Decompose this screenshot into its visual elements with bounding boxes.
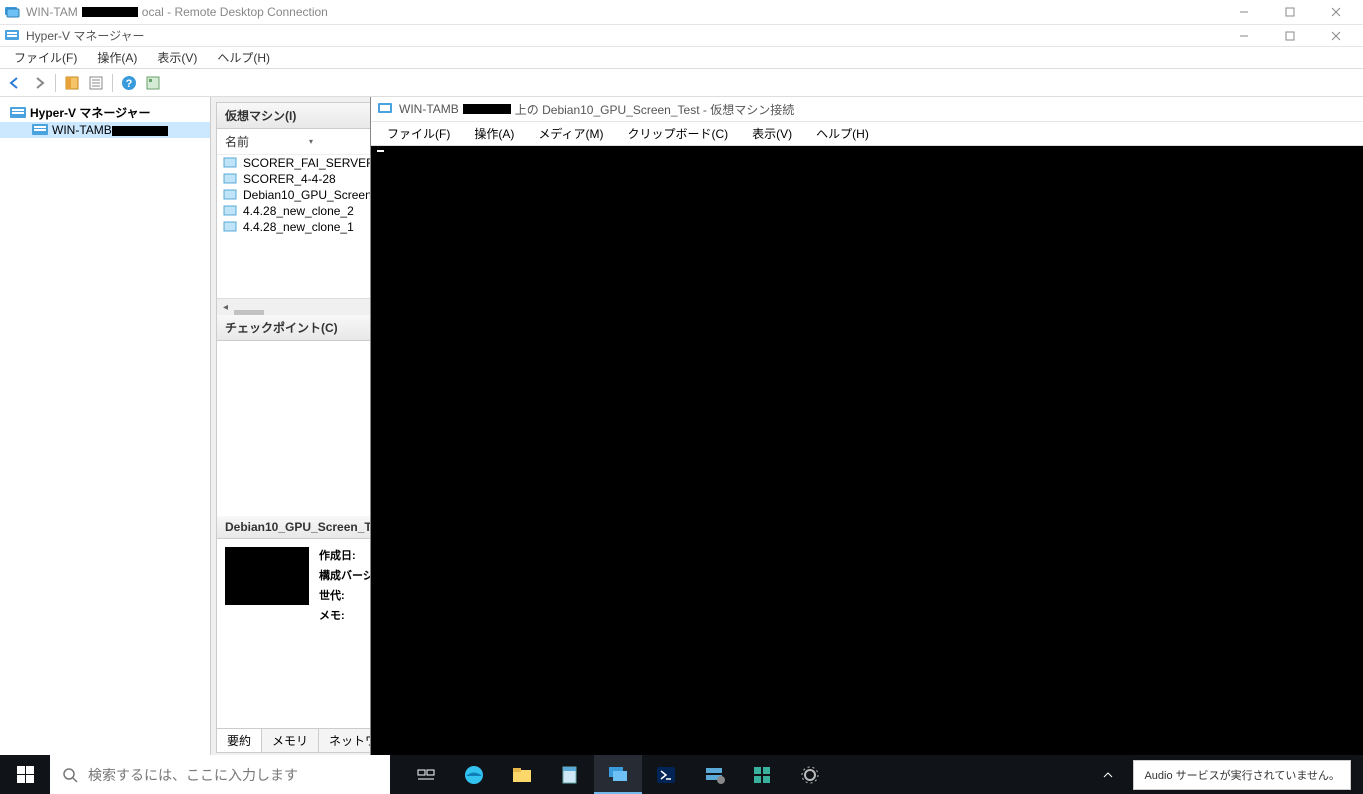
forward-button[interactable]	[28, 72, 50, 94]
scroll-left-button[interactable]: ◂	[217, 299, 234, 316]
vmconnect-title-prefix: WIN-TAMB	[399, 102, 459, 116]
taskbar-app-rdp[interactable]	[594, 755, 642, 794]
search-placeholder: 検索するには、ここに入力します	[88, 765, 298, 785]
tree-host[interactable]: WIN-TAMB	[0, 122, 210, 138]
vm-name: 4.4.28_new_clone_1	[243, 220, 354, 234]
taskbar-search[interactable]: 検索するには、ここに入力します	[50, 755, 390, 794]
details-meta: 作成日: 構成バージ 世代: メモ:	[319, 547, 374, 720]
server-icon	[32, 123, 48, 137]
tree-root[interactable]: Hyper-V マネージャー	[0, 103, 210, 122]
rdp-title-suffix: ocal - Remote Desktop Connection	[142, 5, 328, 19]
svg-text:?: ?	[126, 78, 133, 90]
menu-view[interactable]: 表示(V)	[147, 47, 207, 68]
taskbar-app-server-manager[interactable]	[690, 755, 738, 794]
memo-label: メモ:	[319, 607, 374, 623]
show-hide-tree-button[interactable]	[61, 72, 83, 94]
menu-file[interactable]: ファイル(F)	[375, 123, 462, 144]
taskbar-app-notepad[interactable]	[546, 755, 594, 794]
taskbar: 検索するには、ここに入力します Audio サービスが実行されていません。	[0, 755, 1363, 794]
taskbar-app-edge[interactable]	[450, 755, 498, 794]
menu-help[interactable]: ヘルプ(H)	[804, 123, 881, 144]
maximize-button[interactable]	[1267, 0, 1313, 25]
menu-clipboard[interactable]: クリップボード(C)	[615, 123, 740, 144]
vm-name: SCORER_FAI_SERVER	[243, 156, 375, 170]
tray-notification[interactable]: Audio サービスが実行されていません。	[1125, 755, 1359, 794]
vmconnect-title: WIN-TAMB 上の Debian10_GPU_Screen_Test - 仮…	[399, 101, 794, 118]
vmconnect-icon	[377, 101, 393, 117]
system-tray: Audio サービスが実行されていません。	[1095, 755, 1363, 794]
toolbar-separator	[55, 74, 56, 92]
tree-pane: Hyper-V マネージャー WIN-TAMB	[0, 97, 211, 755]
vm-icon	[223, 172, 237, 186]
tree-host-prefix: WIN-TAMB	[52, 123, 112, 137]
rdp-title: WIN-TAM ocal - Remote Desktop Connection	[26, 5, 1221, 19]
vmconnect-title-mid: 上の Debian10_GPU_Screen_Test - 仮想マシン接続	[515, 101, 794, 118]
taskbar-app-explorer[interactable]	[498, 755, 546, 794]
help-button[interactable]: ?	[118, 72, 140, 94]
rdp-icon	[4, 4, 20, 20]
tab-memory[interactable]: メモリ	[262, 729, 319, 752]
hyperv-title-bar: Hyper-V マネージャー	[0, 25, 1363, 47]
created-label: 作成日:	[319, 547, 374, 563]
hyperv-icon	[4, 28, 20, 44]
minimize-button[interactable]	[1221, 23, 1267, 48]
scroll-thumb[interactable]	[234, 310, 264, 315]
vm-console-screen[interactable]	[371, 146, 1363, 755]
menu-help[interactable]: ヘルプ(H)	[207, 47, 280, 68]
close-button[interactable]	[1313, 23, 1359, 48]
vm-thumbnail	[225, 547, 309, 605]
vm-icon	[223, 188, 237, 202]
menu-action[interactable]: 操作(A)	[462, 123, 526, 144]
rdp-title-bar: WIN-TAM ocal - Remote Desktop Connection	[0, 0, 1363, 25]
rdp-window-controls	[1221, 0, 1359, 25]
vm-icon	[223, 204, 237, 218]
generation-label: 世代:	[319, 587, 374, 603]
menu-file[interactable]: ファイル(F)	[4, 47, 87, 68]
toolbar-separator	[112, 74, 113, 92]
column-name-label: 名前	[225, 133, 249, 150]
vm-name: 4.4.28_new_clone_2	[243, 204, 354, 218]
vm-icon	[223, 220, 237, 234]
vm-name: Debian10_GPU_Screen_Te	[243, 188, 391, 202]
redacted-text	[82, 7, 138, 17]
close-button[interactable]	[1313, 0, 1359, 25]
start-button[interactable]	[0, 755, 50, 794]
hyperv-title: Hyper-V マネージャー	[26, 27, 1221, 44]
tray-overflow-button[interactable]	[1095, 755, 1121, 794]
menu-action[interactable]: 操作(A)	[87, 47, 147, 68]
maximize-button[interactable]	[1267, 23, 1313, 48]
properties-button[interactable]	[85, 72, 107, 94]
taskbar-app-hyperv[interactable]	[738, 755, 786, 794]
redacted-text	[112, 126, 168, 136]
notification-bubble: Audio サービスが実行されていません。	[1133, 760, 1351, 790]
refresh-button[interactable]	[142, 72, 164, 94]
vmconnect-menu-bar: ファイル(F) 操作(A) メディア(M) クリップボード(C) 表示(V) ヘ…	[371, 122, 1363, 146]
tree-host-label: WIN-TAMB	[52, 123, 168, 137]
hyperv-window-controls	[1221, 23, 1359, 48]
taskbar-app-settings[interactable]	[786, 755, 834, 794]
tab-summary[interactable]: 要約	[217, 729, 262, 752]
vm-icon	[223, 156, 237, 170]
hyperv-icon	[10, 106, 26, 120]
vmconnect-title-bar[interactable]: WIN-TAMB 上の Debian10_GPU_Screen_Test - 仮…	[371, 97, 1363, 122]
sort-indicator-icon: ▾	[309, 137, 313, 146]
taskbar-app-powershell[interactable]	[642, 755, 690, 794]
menu-view[interactable]: 表示(V)	[740, 123, 804, 144]
menu-media[interactable]: メディア(M)	[526, 123, 615, 144]
hyperv-toolbar: ?	[0, 69, 1363, 97]
vmconnect-window: WIN-TAMB 上の Debian10_GPU_Screen_Test - 仮…	[370, 97, 1363, 755]
back-button[interactable]	[4, 72, 26, 94]
vm-name: SCORER_4-4-28	[243, 172, 336, 186]
config-version-label: 構成バージ	[319, 567, 374, 583]
hyperv-menu-bar: ファイル(F) 操作(A) 表示(V) ヘルプ(H)	[0, 47, 1363, 69]
tree-root-label: Hyper-V マネージャー	[30, 104, 151, 121]
task-view-button[interactable]	[402, 755, 450, 794]
column-name[interactable]: 名前 ▾	[225, 133, 313, 150]
search-icon	[62, 767, 78, 783]
task-icons	[402, 755, 834, 794]
rdp-title-prefix: WIN-TAM	[26, 5, 78, 19]
minimize-button[interactable]	[1221, 0, 1267, 25]
redacted-text	[463, 104, 511, 114]
text-cursor	[377, 150, 384, 152]
